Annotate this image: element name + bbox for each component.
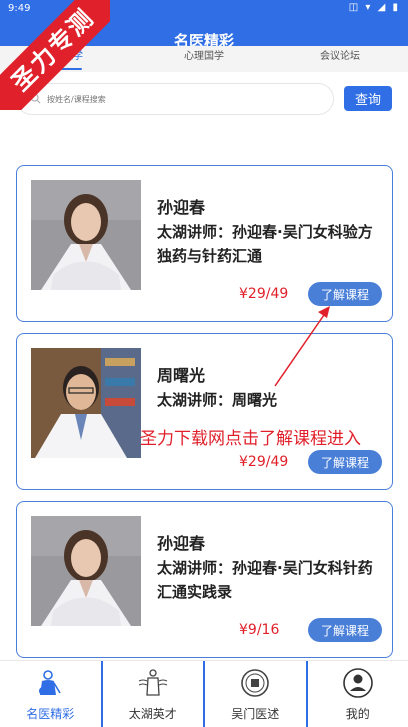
- category-tabs: 中医学 心理国学 会议论坛: [0, 46, 408, 72]
- teacher-photo: [31, 516, 141, 626]
- course-description: 太湖讲师：周曙光: [157, 391, 278, 409]
- course-price: ¥29/49: [239, 286, 289, 302]
- teacher-name: 周曙光: [157, 366, 206, 385]
- tab-forum[interactable]: 会议论坛: [272, 46, 408, 72]
- teacher-photo: [31, 180, 141, 290]
- figure-icon: [138, 669, 167, 696]
- annotation-text: 圣力下载网点击了解课程进入: [140, 429, 361, 449]
- teacher-photo: [31, 348, 141, 458]
- search-button[interactable]: 查询: [344, 86, 392, 111]
- search-icon: [30, 93, 41, 104]
- tab-tcm[interactable]: 中医学: [0, 46, 136, 72]
- nav-label: 名医精彩: [26, 707, 75, 721]
- course-price: ¥29/49: [239, 454, 289, 470]
- course-description: 太湖讲师：孙迎春·吴门女科验方独药与针药汇通: [157, 223, 373, 265]
- status-icons: ◫ ▾ ◢ ▮: [348, 2, 400, 13]
- nav-label: 吴门医述: [231, 707, 280, 721]
- nav-label: 我的: [345, 707, 370, 721]
- search-input[interactable]: [47, 90, 327, 108]
- learn-course-button[interactable]: 了解课程: [308, 282, 382, 306]
- tab-psychology[interactable]: 心理国学: [136, 46, 272, 72]
- learn-course-button[interactable]: 了解课程: [308, 618, 382, 642]
- learn-course-button[interactable]: 了解课程: [308, 450, 382, 474]
- course-card[interactable]: 周曙光 太湖讲师：周曙光 ¥29/49 了解课程: [16, 333, 393, 490]
- user-icon: [342, 668, 373, 698]
- course-description: 太湖讲师：孙迎春·吴门女科针药汇通实践录: [157, 559, 373, 601]
- nav-item-mine[interactable]: 我的: [305, 661, 408, 727]
- course-card[interactable]: 孙迎春 太湖讲师：孙迎春·吴门女科针药汇通实践录 ¥9/16 了解课程: [16, 501, 393, 658]
- nav-label: 太湖英才: [128, 707, 177, 721]
- course-price: ¥9/16: [239, 622, 280, 638]
- doctor-icon: [39, 670, 61, 695]
- teacher-name: 孙迎春: [157, 198, 206, 217]
- status-time: 9:49: [8, 3, 31, 14]
- bottom-nav: 名医精彩 太湖英才 吴门医述 我的: [0, 660, 408, 727]
- teacher-name: 孙迎春: [157, 534, 206, 553]
- nav-item-wumen-medicine[interactable]: 吴门医述: [203, 661, 306, 727]
- nav-item-famous-doctors[interactable]: 名医精彩: [0, 661, 101, 727]
- seal-icon: [241, 669, 270, 697]
- search-box: [16, 83, 334, 115]
- app-screen: 9:49 ◫ ▾ ◢ ▮ 名医精彩 圣力专测 中医学 心理国学 会议论坛 查询: [0, 0, 408, 727]
- nav-item-taihu-talent[interactable]: 太湖英才: [100, 661, 204, 727]
- app-header: 9:49 ◫ ▾ ◢ ▮ 名医精彩: [0, 0, 408, 50]
- course-card[interactable]: 孙迎春 太湖讲师：孙迎春·吴门女科验方独药与针药汇通 ¥29/49 了解课程: [16, 165, 393, 322]
